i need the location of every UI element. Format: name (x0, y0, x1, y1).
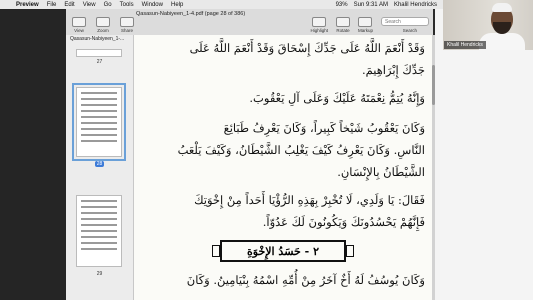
thumb-line (81, 200, 117, 202)
text-line: النَّاسِ. وَكَانَ يَعْرِفُ كَيْفَ يَغْلِ… (177, 143, 425, 157)
thumb-line (81, 206, 117, 208)
search-label: Search (402, 28, 417, 33)
thumb-line (81, 122, 117, 124)
thumb-line (81, 236, 117, 238)
clock[interactable]: Sun 9:31 AM (354, 2, 388, 8)
view-label: View (74, 28, 84, 33)
menu-view[interactable]: View (83, 2, 96, 8)
page-number: 29 (96, 271, 103, 277)
text-line: وَقَدْ أَنْعَمَ اللَّهُ عَلَى جَدِّكَ إِ… (189, 41, 425, 55)
person-cap (492, 3, 512, 12)
thumb-line (81, 92, 117, 94)
thumb-line (81, 248, 117, 250)
thumb-line (81, 224, 117, 226)
share-button[interactable]: Share (120, 17, 134, 33)
text-line: فَإِنَّهُمْ يَحْسُدُونَكَ وَيَكُونُونَ ل… (262, 215, 425, 229)
desktop-left-area (0, 9, 66, 300)
text-line: فَقَالَ: يَا وَلَدِي، لَا تُخْبِرْ بِهَذ… (194, 193, 425, 207)
highlight-button[interactable]: Highlight (310, 17, 328, 33)
search-input[interactable]: Search (381, 17, 429, 26)
thumb-line (81, 128, 117, 130)
menu-file[interactable]: File (47, 2, 57, 8)
zoom-label: Zoom (97, 28, 109, 33)
sidebar-icon (72, 17, 86, 27)
person-shirt (479, 33, 525, 50)
section-heading: ٢ - حَسَدُ الإِخْوَةِ (212, 240, 354, 262)
text-line: جَدِّكَ إِبْرَاهِيمَ. (361, 63, 425, 77)
thumb-line (81, 218, 117, 220)
document-title: Qasasun-Nabiyeen_1-4.pdf (page 28 of 386… (136, 11, 246, 17)
text-line: وَكَانَ يَعْقُوبُ شَيْخاً كَبِيراً، وَكَ… (223, 121, 425, 135)
thumb-line (81, 134, 117, 136)
thumb-line (81, 230, 117, 232)
page-thumbnail[interactable] (76, 195, 122, 267)
view-button[interactable]: View (72, 17, 86, 33)
thumb-line (81, 116, 117, 118)
thumb-line (81, 98, 117, 100)
rotate-icon (335, 17, 350, 27)
menu-tools[interactable]: Tools (120, 2, 134, 8)
page-number: 27 (96, 59, 103, 65)
participant-name-tag: Khalil Hendricks (444, 41, 486, 49)
battery-percent: 93% (335, 1, 348, 8)
markup-button[interactable]: Markup (358, 17, 373, 33)
text-line: وَكَانَ يُوسُفُ لَهُ أَخٌ آخَرُ مِنْ أُم… (186, 273, 425, 287)
page-number-selected: 28 (66, 161, 133, 167)
status-area: 93% Sun 9:31 AM Khalil Hendricks (336, 0, 437, 9)
toolbar-right-group: Highlight Rotate Markup (310, 17, 373, 33)
menu-edit[interactable]: Edit (64, 2, 74, 8)
document-page[interactable]: وَقَدْ أَنْعَمَ اللَّهُ عَلَى جَدِّكَ إِ… (134, 35, 433, 300)
thumb-line (81, 104, 117, 106)
zoom-button[interactable]: Zoom (96, 17, 110, 33)
menu-preview[interactable]: Preview (16, 2, 39, 8)
sidebar-header: Qasasun-Nabiyeen_1-... (70, 36, 125, 42)
right-pane (435, 9, 533, 300)
thumbnail-sidebar: Qasasun-Nabiyeen_1-... 27 28 29 (66, 35, 134, 300)
share-icon (120, 17, 134, 27)
thumb-line (81, 212, 117, 214)
highlight-icon (312, 17, 327, 27)
markup-label: Markup (357, 28, 373, 33)
page-number-label: 28 (94, 161, 105, 167)
preview-toolbar: Qasasun-Nabiyeen_1-4.pdf (page 28 of 386… (66, 9, 433, 36)
menu-help[interactable]: Help (171, 2, 183, 8)
page-thumbnail-selected[interactable] (72, 83, 126, 161)
highlight-label: Highlight (310, 28, 328, 33)
thumb-line (81, 242, 117, 244)
thumb-line (81, 110, 117, 112)
markup-icon (358, 17, 373, 27)
rotate-label: Rotate (336, 28, 350, 33)
menu-user[interactable]: Khalil Hendricks (394, 2, 437, 8)
text-line: الشَّيْطَانُ بِالإِنْسَانِ. (337, 165, 425, 179)
menu-window[interactable]: Window (142, 2, 163, 8)
text-line: وَإِنَّهُ يُتِمُّ نِعْمَتَهُ عَلَيْكَ وَ… (249, 91, 425, 105)
toolbar-left-group: View Zoom Share (72, 17, 134, 33)
menu-go[interactable]: Go (104, 2, 112, 8)
video-feed: Khalil Hendricks (443, 0, 533, 50)
page-thumbnail[interactable] (76, 49, 122, 57)
zoom-icon (96, 17, 110, 27)
thumb-line (81, 140, 117, 142)
share-label: Share (120, 28, 133, 33)
rotate-button[interactable]: Rotate (335, 17, 350, 33)
